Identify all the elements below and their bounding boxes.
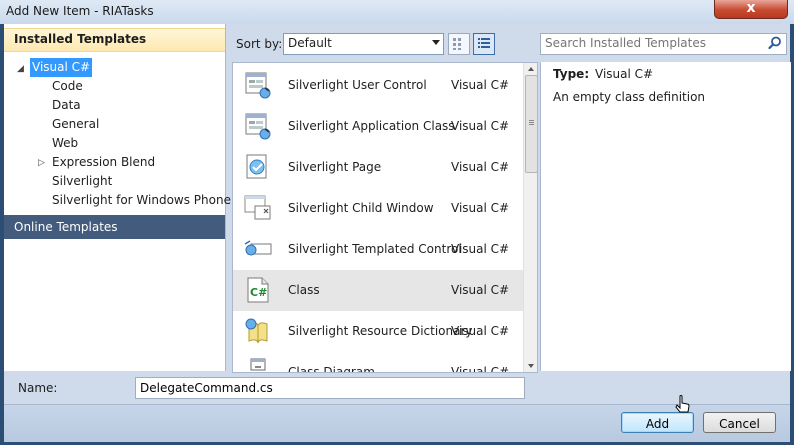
sort-by-dropdown[interactable]: Default	[283, 33, 444, 55]
template-language: Visual C#	[451, 78, 510, 92]
cancel-button[interactable]: Cancel	[703, 412, 776, 433]
expand-arrow-icon[interactable]: ▷	[38, 158, 45, 168]
class-diagram-icon	[250, 358, 266, 371]
list-item[interactable]: Class Diagram Visual C#	[233, 352, 523, 373]
scroll-down-icon[interactable]	[528, 364, 534, 368]
template-list: Silverlight User Control Visual C# Silve…	[232, 62, 538, 373]
template-name: Silverlight Templated Control	[288, 242, 462, 256]
type-label: Type:	[553, 67, 590, 81]
scroll-thumb[interactable]	[525, 75, 537, 173]
template-language: Visual C#	[451, 160, 510, 174]
csharp-class-icon: C#	[247, 277, 269, 303]
close-button[interactable]: x	[714, 0, 788, 19]
list-item[interactable]: Silverlight Page Visual C#	[233, 147, 523, 188]
grip-icon	[529, 120, 534, 121]
list-item[interactable]: Silverlight Templated Control Visual C#	[233, 229, 523, 270]
mouse-cursor-icon	[675, 395, 690, 413]
list-item[interactable]: Silverlight User Control Visual C#	[233, 65, 523, 106]
template-language: Visual C#	[451, 201, 510, 215]
template-language: Visual C#	[451, 242, 510, 256]
title-bar: Add New Item - RIATasks x	[0, 0, 794, 24]
small-icons-view-button[interactable]	[448, 33, 470, 55]
list-item[interactable]: Silverlight Resource Dictionary Visual C…	[233, 311, 523, 352]
installed-templates-header[interactable]: Installed Templates	[4, 28, 225, 52]
window-title: Add New Item - RIATasks	[6, 4, 154, 18]
name-field[interactable]	[135, 377, 525, 399]
sort-by-value: Default	[288, 36, 332, 50]
template-language: Visual C#	[451, 324, 510, 338]
search-templates-box	[540, 33, 787, 55]
tree-item-data[interactable]: Data	[52, 96, 81, 115]
list-view-button[interactable]	[473, 33, 495, 55]
tree-item-code[interactable]: Code	[52, 77, 83, 96]
template-name: Silverlight Child Window	[288, 201, 434, 215]
template-language: Visual C#	[451, 119, 510, 133]
collapse-arrow-icon[interactable]: ◢	[17, 64, 24, 74]
online-templates-header[interactable]: Online Templates	[4, 215, 225, 239]
small-icons-view-icon	[453, 38, 461, 50]
template-category-pane: Installed Templates ◢ Visual C# Code Dat…	[4, 24, 231, 371]
template-details-pane: Type: Visual C# An empty class definitio…	[540, 62, 791, 371]
template-name: Silverlight Page	[288, 160, 382, 174]
tree-item-web[interactable]: Web	[52, 134, 78, 153]
tree-item-silverlight[interactable]: Silverlight	[52, 172, 112, 191]
application-class-icon	[245, 113, 271, 140]
search-templates-input[interactable]	[545, 35, 763, 51]
tree-item-silverlight-windows-phone[interactable]: Silverlight for Windows Phone	[52, 191, 231, 210]
name-label: Name:	[18, 381, 58, 395]
template-description: An empty class definition	[553, 90, 706, 104]
page-icon	[246, 154, 267, 179]
online-templates-label: Online Templates	[14, 220, 118, 234]
dialog-client-area: Installed Templates ◢ Visual C# Code Dat…	[4, 24, 791, 442]
chevron-down-icon	[432, 40, 440, 45]
installed-templates-label: Installed Templates	[14, 32, 147, 46]
list-item[interactable]: C# Class Visual C#	[233, 270, 523, 311]
template-list-scrollbar[interactable]	[523, 63, 537, 372]
template-name: Silverlight Resource Dictionary	[288, 324, 473, 338]
template-name: Class	[288, 283, 320, 297]
add-new-item-dialog: Add New Item - RIATasks x Installed Temp…	[0, 0, 794, 445]
template-language: Visual C#	[451, 283, 510, 297]
templated-control-icon	[244, 240, 272, 256]
list-item[interactable]: Silverlight Child Window Visual C#	[233, 188, 523, 229]
template-name: Silverlight Application Class	[288, 119, 455, 133]
dialog-button-bar: Add Cancel	[4, 404, 790, 442]
close-icon: x	[746, 0, 756, 16]
resource-dictionary-icon	[245, 318, 268, 344]
sort-by-label: Sort by:	[236, 37, 283, 51]
template-name: Class Diagram	[288, 365, 375, 373]
tree-item-expression-blend[interactable]: Expression Blend	[52, 153, 155, 172]
svg-text:C#: C#	[250, 286, 267, 299]
search-icon[interactable]	[768, 36, 782, 50]
template-name: Silverlight User Control	[288, 78, 427, 92]
list-view-icon	[478, 38, 490, 48]
tree-item-visual-csharp[interactable]: Visual C#	[30, 58, 93, 77]
type-value: Visual C#	[595, 67, 654, 81]
child-window-icon	[244, 195, 271, 220]
user-control-icon	[245, 72, 271, 99]
scroll-up-icon[interactable]	[528, 67, 534, 71]
tree-item-general[interactable]: General	[52, 115, 99, 134]
template-language: Visual C#	[451, 365, 510, 373]
list-item[interactable]: Silverlight Application Class Visual C#	[233, 106, 523, 147]
